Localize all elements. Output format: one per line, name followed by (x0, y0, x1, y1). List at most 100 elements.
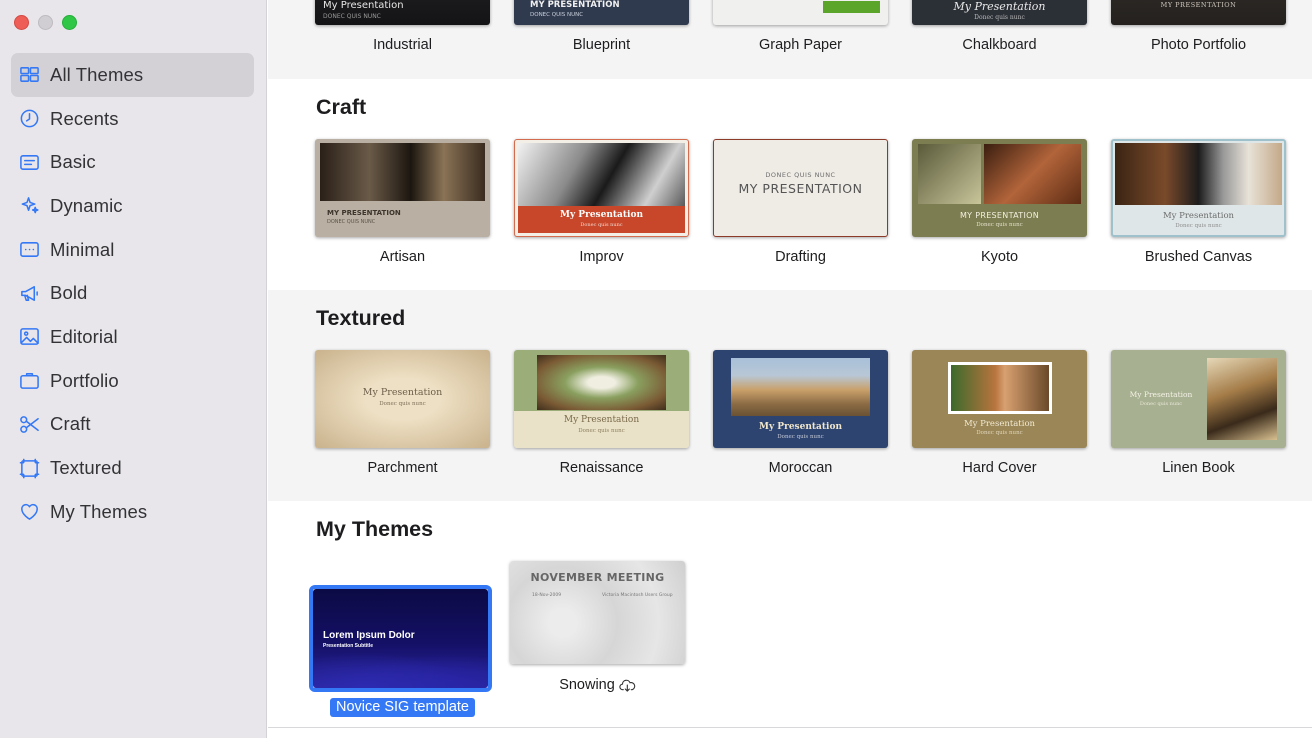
thumbnail-subtitle: Donec quis nunc (976, 222, 1023, 228)
thumbnail-subtitle: Donec quis nunc (379, 401, 426, 407)
bottom-divider (268, 727, 1312, 728)
theme-caption: Kyoto (980, 249, 1019, 265)
sidebar-item-label: Basic (50, 151, 96, 173)
thumbnail-subtitle: DONEC QUIS NUNC (323, 13, 381, 20)
sidebar-item-portfolio[interactable]: Portfolio (11, 359, 254, 403)
thumbnail-subtitle: Donec quis nunc (1175, 223, 1222, 229)
theme-tile-photo-portfolio[interactable]: MY PRESENTATION Photo Portfolio (1111, 0, 1286, 53)
thumbnail-photo (823, 1, 880, 13)
theme-tile-renaissance[interactable]: My Presentation Donec quis nunc Renaissa… (514, 350, 689, 476)
sidebar-item-label: Dynamic (50, 194, 123, 216)
theme-caption: Improv (579, 249, 624, 265)
sidebar-item-recents[interactable]: Recents (11, 97, 254, 141)
thumbnail-photo (918, 144, 981, 204)
thumbnail-subtitle: Donec quis nunc (777, 434, 824, 440)
thumbnail-title: MY PRESENTATION (959, 211, 1040, 220)
section-top-row: My Presentation DONEC QUIS NUNC Industri… (268, 0, 1312, 79)
sidebar-item-dynamic[interactable]: Dynamic (11, 184, 254, 228)
theme-thumbnail: My Presentation Donec quis nunc (912, 350, 1087, 448)
theme-tile-hard-cover[interactable]: My Presentation Donec quis nunc Hard Cov… (912, 350, 1087, 476)
sidebar-item-textured[interactable]: Textured (11, 446, 254, 490)
sidebar-item-my-themes[interactable]: My Themes (11, 490, 254, 534)
thumbnail-title: My Presentation (559, 210, 643, 220)
sidebar-item-craft[interactable]: Craft (11, 403, 254, 447)
thumbnail-title: My Presentation (953, 0, 1046, 13)
theme-tile-drafting[interactable]: DONEC QUIS NUNC MY PRESENTATION Drafting (713, 139, 888, 265)
theme-chooser: My Presentation DONEC QUIS NUNC Industri… (268, 0, 1312, 738)
close-window-button[interactable] (14, 15, 29, 30)
thumbnail-photo (731, 358, 870, 416)
theme-thumbnail: My Presentation Donec quis nunc (1111, 350, 1286, 448)
theme-caption: Graph Paper (758, 37, 843, 53)
theme-row: Lorem Ipsum Dolor Presentation Subtitle … (309, 561, 685, 717)
sidebar-item-label: Bold (50, 282, 88, 304)
sidebar-item-all-themes[interactable]: All Themes (11, 53, 254, 97)
sidebar-item-label: My Themes (50, 500, 148, 522)
clock-icon (18, 108, 40, 130)
theme-thumbnail (713, 0, 888, 25)
textured-icon (18, 457, 40, 479)
theme-thumbnail: My Presentation DONEC QUIS NUNC (315, 0, 490, 25)
theme-thumbnail: MY PRESENTATION Donec quis nunc (912, 139, 1087, 237)
theme-caption: Industrial (373, 37, 432, 53)
theme-thumbnail: My Presentation Donec quis nunc (315, 350, 490, 448)
window-controls (14, 15, 77, 30)
sidebar-item-basic[interactable]: Basic (11, 140, 254, 184)
basic-icon (18, 151, 40, 173)
scissors-icon (18, 413, 40, 435)
thumbnail-title: NOVEMBER MEETING (530, 571, 665, 584)
theme-tile-artisan[interactable]: MY PRESENTATION DONEC QUIS NUNC Artisan (315, 139, 490, 265)
thumbnail-title: MY PRESENTATION (1160, 1, 1237, 9)
sidebar-item-minimal[interactable]: Minimal (11, 228, 254, 272)
thumbnail-subtitle: Donec quis nunc (976, 430, 1023, 436)
sidebar-item-label: Minimal (50, 238, 115, 260)
theme-caption: Brushed Canvas (1144, 249, 1253, 265)
theme-tile-brushed-canvas[interactable]: My Presentation Donec quis nunc Brushed … (1111, 139, 1286, 265)
sidebar: All Themes Recents Basic Dynamic Minimal (0, 0, 267, 738)
theme-thumbnail: DONEC QUIS NUNC MY PRESENTATION (713, 139, 888, 237)
theme-tile-industrial[interactable]: My Presentation DONEC QUIS NUNC Industri… (315, 0, 490, 53)
theme-caption: Artisan (379, 249, 426, 265)
theme-thumbnail: My Presentation Donec quis nunc (912, 0, 1087, 25)
theme-row: My Presentation DONEC QUIS NUNC Industri… (315, 0, 1286, 53)
theme-tile-parchment[interactable]: My Presentation Donec quis nunc Parchmen… (315, 350, 490, 476)
sidebar-item-bold[interactable]: Bold (11, 271, 254, 315)
thumbnail-photo (1207, 358, 1277, 440)
sidebar-item-label: Portfolio (50, 369, 119, 391)
sidebar-item-editorial[interactable]: Editorial (11, 315, 254, 359)
thumbnail-title: My Presentation (1129, 390, 1193, 399)
thumbnail-subtitle: Donec quis nunc (1139, 401, 1183, 407)
theme-tile-graph-paper[interactable]: Graph Paper (713, 0, 888, 53)
cloud-download-icon[interactable] (619, 679, 636, 692)
theme-caption: Renaissance (559, 460, 644, 476)
thumbnail-subtitle: Donec quis nunc (974, 14, 1025, 21)
theme-tile-blueprint[interactable]: MY PRESENTATION DONEC QUIS NUNC Blueprin… (514, 0, 689, 53)
theme-tile-linen-book[interactable]: My Presentation Donec quis nunc Linen Bo… (1111, 350, 1286, 476)
theme-caption: Novice SIG template (330, 698, 475, 717)
sidebar-list: All Themes Recents Basic Dynamic Minimal (11, 53, 254, 534)
thumbnail-photo (518, 143, 685, 206)
minimize-window-button[interactable] (38, 15, 53, 30)
theme-tile-chalkboard[interactable]: My Presentation Donec quis nunc Chalkboa… (912, 0, 1087, 53)
theme-tile-novice-sig-template[interactable]: Lorem Ipsum Dolor Presentation Subtitle … (309, 585, 492, 717)
thumbnail-photo (320, 143, 485, 201)
section-title: Textured (316, 306, 406, 330)
theme-tile-snowing[interactable]: NOVEMBER MEETING 18-Nov-2009 Victoria Ma… (510, 561, 685, 717)
megaphone-icon (18, 282, 40, 304)
thumbnail-title: My Presentation (563, 415, 640, 425)
theme-thumbnail: My Presentation Donec quis nunc (514, 139, 689, 237)
theme-caption: Chalkboard (962, 37, 1037, 53)
theme-tile-improv[interactable]: My Presentation Donec quis nunc Improv (514, 139, 689, 265)
thumbnail-subtitle: Presentation Subtitle (323, 643, 374, 649)
thumbnail-title: MY PRESENTATION (327, 209, 401, 217)
theme-thumbnail: My Presentation Donec quis nunc (1111, 139, 1286, 237)
theme-tile-moroccan[interactable]: My Presentation Donec quis nunc Moroccan (713, 350, 888, 476)
selection-ring: Lorem Ipsum Dolor Presentation Subtitle (309, 585, 492, 692)
theme-tile-kyoto[interactable]: MY PRESENTATION Donec quis nunc Kyoto (912, 139, 1087, 265)
zoom-window-button[interactable] (62, 15, 77, 30)
thumbnail-photo (1115, 143, 1282, 205)
thumbnail-title: Lorem Ipsum Dolor (323, 630, 415, 641)
thumbnail-subtitle: Donec quis nunc (580, 222, 623, 228)
sidebar-item-label: Craft (50, 413, 91, 435)
thumbnail-photo (537, 355, 666, 410)
